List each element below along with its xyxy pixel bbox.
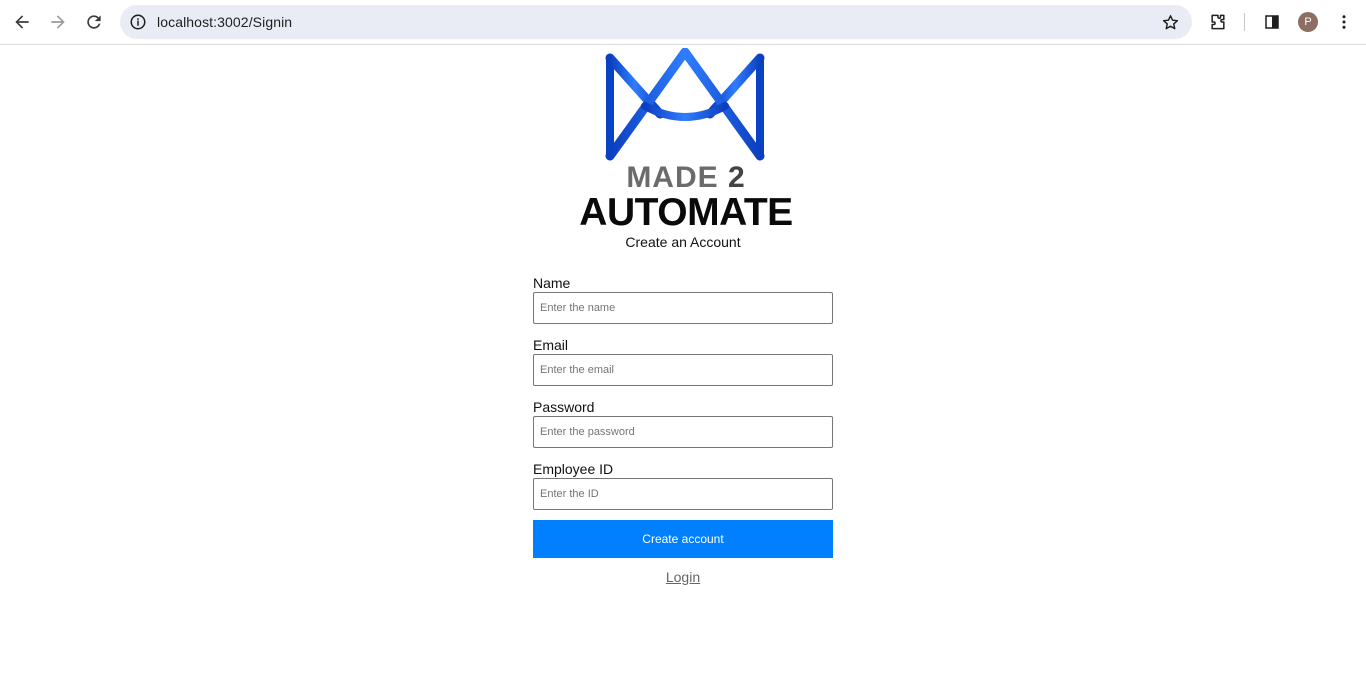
name-field-group: Name xyxy=(533,274,833,324)
toolbar-separator xyxy=(1244,13,1245,31)
browser-toolbar: localhost:3002/Signin P xyxy=(0,0,1366,45)
email-input[interactable] xyxy=(533,354,833,386)
side-panel-icon[interactable] xyxy=(1262,12,1282,32)
password-field-group: Password xyxy=(533,398,833,448)
kebab-menu-icon[interactable] xyxy=(1334,12,1354,32)
create-account-button[interactable]: Create account xyxy=(533,520,833,558)
employee-id-label: Employee ID xyxy=(533,461,614,477)
reload-icon xyxy=(87,15,101,29)
login-link[interactable]: Login xyxy=(533,569,833,585)
create-account-form: Name Email Password Employee ID Create a… xyxy=(533,274,833,558)
password-input[interactable] xyxy=(533,416,833,448)
email-label: Email xyxy=(533,337,569,353)
address-bar[interactable]: localhost:3002/Signin xyxy=(120,5,1192,39)
employee-id-field-group: Employee ID xyxy=(533,460,833,510)
site-info-icon[interactable] xyxy=(128,12,148,32)
back-button[interactable] xyxy=(7,7,37,37)
back-arrow-icon xyxy=(15,15,29,29)
profile-avatar[interactable]: P xyxy=(1298,12,1318,32)
extensions-icon[interactable] xyxy=(1208,12,1228,32)
url-text[interactable]: localhost:3002/Signin xyxy=(157,5,292,39)
employee-id-input[interactable] xyxy=(533,478,833,510)
signup-page: MADE 2 AUTOMATE Create an Account Name E… xyxy=(0,46,1366,682)
password-label: Password xyxy=(533,399,595,415)
bookmark-star-icon[interactable] xyxy=(1160,12,1180,32)
logo-text-made2: MADE 2 xyxy=(626,161,746,194)
made2automate-logo: MADE 2 AUTOMATE xyxy=(574,48,798,234)
email-field-group: Email xyxy=(533,336,833,386)
page-subtitle: Create an Account xyxy=(625,234,741,250)
logo-text-automate: AUTOMATE xyxy=(579,191,793,234)
name-label: Name xyxy=(533,275,571,291)
reload-button[interactable] xyxy=(79,7,109,37)
forward-arrow-icon xyxy=(51,15,65,29)
forward-button[interactable] xyxy=(43,7,73,37)
logo-mark-icon xyxy=(605,48,765,161)
name-input[interactable] xyxy=(533,292,833,324)
